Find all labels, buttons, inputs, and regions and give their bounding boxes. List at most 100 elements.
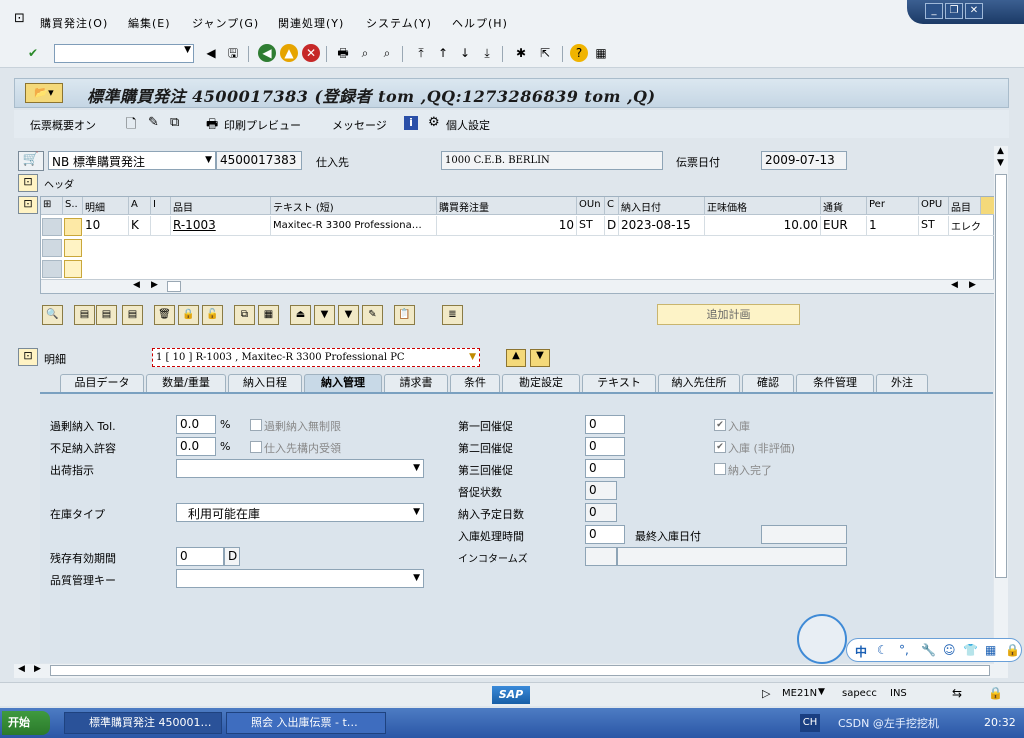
status-toggle-icon[interactable]: ▷ (762, 687, 770, 700)
ime-mascot-icon[interactable] (797, 614, 847, 664)
col-net-price[interactable]: 正味価格 (705, 197, 821, 215)
col-per[interactable]: Per (867, 197, 919, 215)
prev-item-icon[interactable]: ▲ (506, 349, 526, 367)
filter-icon[interactable]: ▼ (314, 305, 335, 325)
tab-texts[interactable]: テキスト (582, 374, 656, 392)
col-delivery-date[interactable]: 納入日付 (619, 197, 705, 215)
find-next-icon[interactable]: ⌕ (378, 44, 396, 62)
moon-icon[interactable]: ☾ (877, 643, 888, 657)
ime-lang-label[interactable]: 中 (855, 643, 867, 660)
col-item-cat[interactable]: I (151, 197, 171, 215)
qm-key-select[interactable]: ▼ (176, 569, 424, 588)
cell-material-group[interactable]: エレク (949, 216, 995, 236)
stock-type-select[interactable]: 利用可能在庫 ▼ (176, 503, 424, 522)
messages-button[interactable]: メッセージ (332, 117, 387, 133)
under-tolerance-field[interactable]: 0.0 (176, 437, 216, 456)
over-tolerance-field[interactable]: 0.0 (176, 415, 216, 434)
table-hscroll[interactable]: ◀ ▶ ◀ ▶ (41, 279, 995, 293)
cell-item[interactable]: 10 (83, 216, 129, 236)
smile-icon[interactable]: ☺ (943, 643, 956, 657)
vendor-field[interactable]: 1000 C.E.B. BERLIN (441, 151, 663, 170)
reminder3-field[interactable]: 0 (585, 459, 625, 478)
wrench-icon[interactable]: 🔧 (921, 643, 936, 657)
col-material[interactable]: 品目 (171, 197, 271, 215)
taskbar-item-po[interactable]: 標準購買発注 450001… (64, 712, 222, 734)
scroll-left-icon[interactable]: ◀ (18, 664, 25, 674)
exit-icon[interactable]: ▲ (280, 44, 298, 62)
scroll-right-icon[interactable]: ▶ (969, 280, 976, 290)
cell-short-text[interactable]: Maxitec-R 3300 Professiona… (271, 216, 437, 236)
col-oun[interactable]: OUn (577, 197, 605, 215)
gr-processing-field[interactable]: 0 (585, 525, 625, 544)
shirt-icon[interactable]: 👕 (963, 643, 978, 657)
tab-delivery[interactable]: 納入管理 (304, 374, 382, 392)
cell-material[interactable]: R-1003 (171, 216, 271, 236)
tab-delivery-address[interactable]: 納入先住所 (658, 374, 740, 392)
command-field[interactable]: ▼ (54, 44, 194, 63)
menu-purchase-order[interactable]: 購買発注(O) (40, 15, 108, 31)
column-settings-icon[interactable] (981, 197, 995, 215)
system-menu-icon[interactable]: ⊡ (14, 11, 26, 26)
cell-opu[interactable]: ST (919, 216, 949, 236)
cell-oun[interactable]: ST (577, 216, 605, 236)
col-status[interactable]: S.. (63, 197, 83, 215)
delete-icon[interactable]: 🗑 (154, 305, 175, 325)
shortcut-icon[interactable]: ⇱ (536, 44, 554, 62)
tab-conditions[interactable]: 条件 (450, 374, 500, 392)
last-page-icon[interactable]: ⤓ (478, 44, 496, 62)
print-preview-button[interactable]: 印刷プレビュー (224, 117, 301, 133)
sort-icon[interactable]: ⏏ (290, 305, 311, 325)
close-icon[interactable]: ✕ (965, 3, 983, 19)
collapse-items-icon[interactable]: ⊡ (18, 196, 38, 214)
shipping-instr-select[interactable]: ▼ (176, 459, 424, 478)
tab-condition-control[interactable]: 条件管理 (796, 374, 874, 392)
document-type-select[interactable]: NB 標準購買発注 ▼ (48, 151, 216, 170)
back-arrow-icon[interactable]: ◀ (202, 44, 220, 62)
find-icon[interactable]: ⌕ (356, 44, 374, 62)
lock-icon[interactable]: 🔒 (1005, 643, 1020, 657)
punctuation-icon[interactable]: °, (899, 643, 909, 657)
col-currency[interactable]: 通貨 (821, 197, 867, 215)
enter-check-icon[interactable]: ✔ (24, 44, 42, 62)
print-icon[interactable]: 🖶 (334, 44, 352, 62)
document-overview-button[interactable]: 伝票概要オン (30, 117, 96, 133)
col-material-group[interactable]: 品目 (949, 197, 981, 215)
col-quantity[interactable]: 購買発注量 (437, 197, 577, 215)
menu-environment[interactable]: 関連処理(Y) (278, 15, 344, 31)
row-selector[interactable] (42, 239, 62, 257)
delivery-complete-checkbox[interactable] (714, 463, 726, 475)
tab-subcontracting[interactable]: 外注 (876, 374, 928, 392)
cart-icon[interactable]: 🛒 (18, 151, 44, 171)
reminder1-field[interactable]: 0 (585, 415, 625, 434)
cell-c[interactable]: D (605, 216, 619, 236)
tab-quantities-weights[interactable]: 数量/重量 (146, 374, 226, 392)
scroll-left-icon[interactable]: ◀ (951, 280, 958, 290)
new-session-icon[interactable]: ✱ (512, 44, 530, 62)
filter-edit-icon[interactable]: ✎ (362, 305, 383, 325)
cell-currency[interactable]: EUR (821, 216, 867, 236)
col-short-text[interactable]: テキスト (短) (271, 197, 437, 215)
tab-invoice[interactable]: 請求書 (384, 374, 448, 392)
main-hscroll[interactable]: ◀ ▶ (14, 664, 1008, 678)
info-icon[interactable]: i (404, 116, 418, 130)
table-config-icon[interactable]: ⊞ (41, 197, 63, 215)
menu-system[interactable]: システム(Y) (366, 15, 432, 31)
scroll-thumb[interactable] (167, 281, 181, 292)
grid-icon[interactable]: ▦ (985, 643, 996, 657)
cell-account[interactable]: K (129, 216, 151, 236)
language-indicator[interactable]: CH (800, 714, 820, 732)
row-selector[interactable] (42, 218, 62, 236)
edit-pencil-icon[interactable]: ✎ (148, 115, 159, 130)
start-button[interactable]: 开始 (2, 711, 50, 735)
filter-set-icon[interactable]: ▼ (338, 305, 359, 325)
col-item[interactable]: 明細 (83, 197, 129, 215)
scroll-thumb[interactable] (50, 665, 990, 676)
col-c[interactable]: C (605, 197, 619, 215)
transaction-menu-icon[interactable]: 📂▾ (25, 83, 63, 103)
save-icon[interactable]: 🖫 (224, 44, 242, 62)
reminder2-field[interactable]: 0 (585, 437, 625, 456)
deselect-all-icon[interactable]: ▤ (96, 305, 117, 325)
row-selector[interactable] (42, 260, 62, 278)
scroll-up-icon[interactable]: ▲ (997, 146, 1004, 156)
help-icon[interactable]: ? (570, 44, 588, 62)
